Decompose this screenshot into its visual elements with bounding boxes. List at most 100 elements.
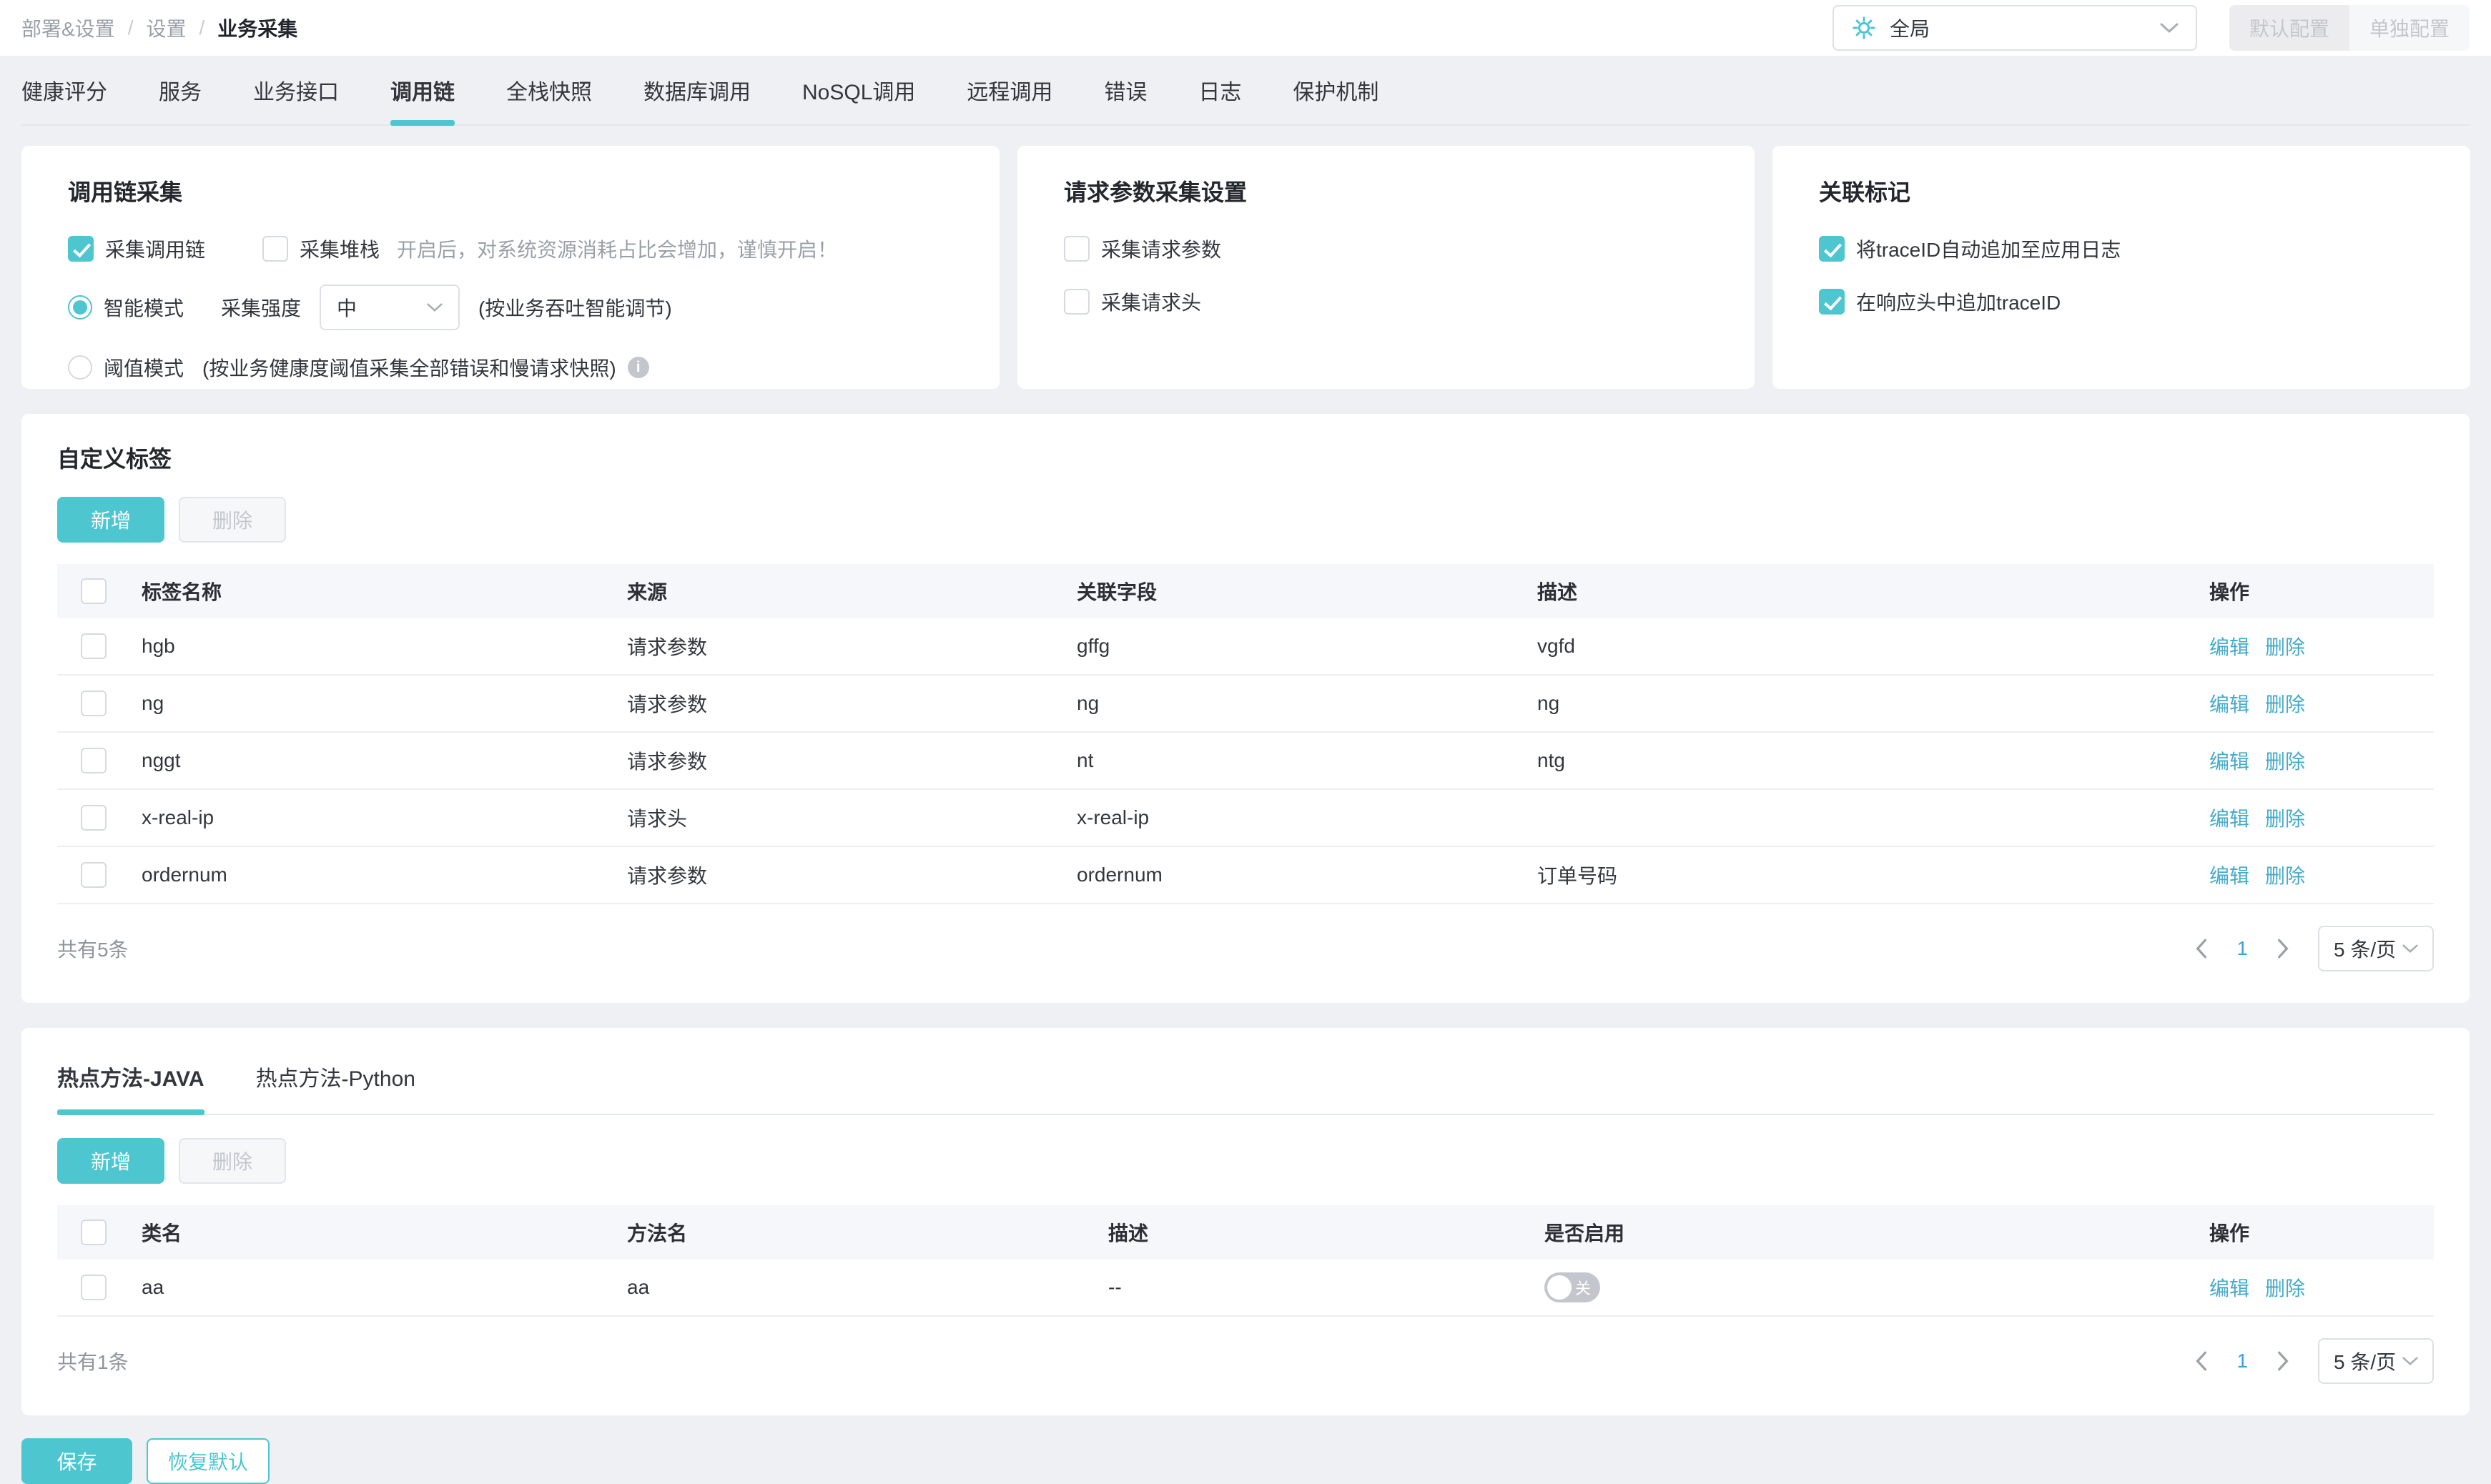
- hot-methods-table: 类名 方法名 描述 是否启用 操作 aa aa -- 关 编辑 删除: [57, 1205, 2434, 1317]
- main-tab[interactable]: 日志: [1198, 56, 1241, 124]
- collect-stack-checkbox[interactable]: [262, 236, 289, 262]
- cell-desc: --: [1108, 1276, 1122, 1298]
- prev-page-icon[interactable]: [2195, 939, 2208, 959]
- card-title: 调用链采集: [68, 179, 183, 205]
- main-tab[interactable]: 业务接口: [253, 56, 339, 124]
- tab-hot-methods-python[interactable]: 热点方法-Python: [256, 1055, 415, 1114]
- main-tab[interactable]: 数据库调用: [643, 56, 751, 124]
- prev-page-icon[interactable]: [2195, 1351, 2208, 1371]
- cell-class-name: aa: [142, 1276, 164, 1298]
- main-tab[interactable]: 错误: [1104, 56, 1147, 124]
- cell-desc: ng: [1537, 692, 1560, 714]
- append-header-checkbox[interactable]: [1819, 289, 1845, 315]
- page-size-select[interactable]: 5 条/页: [2318, 926, 2434, 971]
- toggle-state-label: 关: [1574, 1280, 1591, 1297]
- breadcrumb-item[interactable]: 部署&设置: [21, 14, 115, 42]
- collect-headers-label: 采集请求头: [1101, 292, 1202, 314]
- request-params-card: 请求参数采集设置 采集请求参数 采集请求头: [1017, 146, 1755, 389]
- main-tab[interactable]: 远程调用: [967, 56, 1052, 124]
- edit-link[interactable]: 编辑: [2209, 632, 2249, 661]
- append-log-checkbox[interactable]: [1819, 236, 1845, 262]
- toggle-knob: [1547, 1275, 1572, 1300]
- scope-select[interactable]: 全局: [1833, 5, 2197, 51]
- page-number[interactable]: 1: [2236, 1350, 2248, 1372]
- column-header: 标签名称: [142, 581, 222, 603]
- edit-link[interactable]: 编辑: [2209, 803, 2249, 832]
- remove-link[interactable]: 删除: [2265, 803, 2305, 832]
- table-row: hgb 请求参数 gffg vgfd 编辑 删除: [57, 618, 2434, 676]
- edit-link[interactable]: 编辑: [2209, 746, 2249, 775]
- pagination: 1 5 条/页: [2195, 1338, 2434, 1384]
- page-number[interactable]: 1: [2236, 937, 2248, 960]
- save-button[interactable]: 保存: [21, 1438, 132, 1484]
- main-tab[interactable]: 服务: [159, 56, 202, 124]
- threshold-mode-label: 阈值模式: [104, 357, 184, 380]
- breadcrumb: 部署&设置 / 设置 / 业务采集: [21, 14, 297, 42]
- collect-params-checkbox[interactable]: [1064, 236, 1090, 262]
- strength-select[interactable]: 中: [320, 285, 460, 330]
- collect-trace-checkbox[interactable]: [68, 236, 94, 262]
- main-tab[interactable]: 保护机制: [1293, 56, 1378, 124]
- row-checkbox[interactable]: [81, 748, 107, 773]
- remove-link[interactable]: 删除: [2265, 632, 2305, 661]
- main-tab[interactable]: 健康评分: [21, 56, 107, 124]
- column-header: 来源: [627, 581, 668, 603]
- row-checkbox[interactable]: [81, 1275, 107, 1300]
- custom-tags-table-body: hgb 请求参数 gffg vgfd 编辑 删除 ng 请求参数 ng ng 编…: [57, 618, 2434, 904]
- remove-link[interactable]: 删除: [2265, 746, 2305, 775]
- page-size-select[interactable]: 5 条/页: [2318, 1338, 2434, 1384]
- collect-trace-label: 采集调用链: [105, 239, 206, 261]
- collect-headers-checkbox[interactable]: [1064, 289, 1090, 315]
- page-size-value: 5 条/页: [2334, 939, 2397, 961]
- remove-link[interactable]: 删除: [2265, 689, 2305, 718]
- settings-cards-row: 调用链采集 采集调用链 采集堆栈 开启后，对系统资源消耗占比会增加，谨慎开启！ …: [21, 146, 2470, 389]
- next-page-icon[interactable]: [2277, 939, 2289, 959]
- cell-method-name: aa: [627, 1276, 650, 1298]
- select-all-checkbox[interactable]: [81, 1220, 107, 1245]
- select-all-checkbox[interactable]: [81, 578, 107, 604]
- cell-tag-name: nggt: [142, 749, 181, 771]
- next-page-icon[interactable]: [2277, 1351, 2289, 1371]
- tab-hot-methods-java[interactable]: 热点方法-JAVA: [57, 1055, 204, 1115]
- delete-method-button[interactable]: 删除: [179, 1138, 286, 1184]
- row-checkbox[interactable]: [81, 691, 107, 716]
- threshold-mode-radio[interactable]: [68, 355, 92, 380]
- append-header-label: 在响应头中追加traceID: [1856, 292, 2061, 314]
- row-checkbox[interactable]: [81, 805, 107, 831]
- row-checkbox[interactable]: [81, 633, 107, 659]
- threshold-mode-note: (按业务健康度阈值采集全部错误和慢请求快照): [202, 357, 616, 380]
- enable-toggle[interactable]: 关: [1544, 1272, 1600, 1302]
- cell-field: gffg: [1077, 635, 1110, 657]
- info-icon[interactable]: i: [627, 357, 649, 378]
- add-method-button[interactable]: 新增: [57, 1138, 164, 1184]
- reset-default-button[interactable]: 恢复默认: [147, 1438, 270, 1484]
- cell-field: x-real-ip: [1077, 806, 1150, 828]
- main-tab[interactable]: 调用链: [390, 56, 455, 126]
- chevron-down-icon: [2160, 22, 2179, 34]
- cell-source: 请求头: [627, 808, 688, 830]
- column-header: 操作: [2209, 1222, 2250, 1245]
- row-checkbox[interactable]: [81, 862, 107, 888]
- remove-link[interactable]: 删除: [2265, 1273, 2305, 1302]
- card-title: 请求参数采集设置: [1064, 179, 1248, 205]
- cell-source: 请求参数: [627, 865, 708, 887]
- default-config-button[interactable]: 默认配置: [2229, 5, 2349, 51]
- column-header: 是否启用: [1544, 1222, 1625, 1245]
- table-row: ordernum 请求参数 ordernum 订单号码 编辑 删除: [57, 847, 2434, 904]
- hot-methods-section: 热点方法-JAVA 热点方法-Python 新增 删除 类名 方法名 描述 是否…: [21, 1028, 2470, 1415]
- smart-mode-radio[interactable]: [68, 295, 92, 320]
- edit-link[interactable]: 编辑: [2209, 689, 2249, 718]
- breadcrumb-item[interactable]: 设置: [146, 14, 186, 42]
- table-header-row: 类名 方法名 描述 是否启用 操作: [57, 1205, 2434, 1260]
- remove-link[interactable]: 删除: [2265, 861, 2305, 889]
- main-tab[interactable]: NoSQL调用: [802, 56, 915, 124]
- edit-link[interactable]: 编辑: [2209, 1273, 2249, 1302]
- edit-link[interactable]: 编辑: [2209, 861, 2249, 889]
- separate-config-button[interactable]: 单独配置: [2349, 5, 2470, 51]
- main-tab[interactable]: 全栈快照: [506, 56, 592, 124]
- cell-desc: vgfd: [1537, 635, 1575, 657]
- add-tag-button[interactable]: 新增: [57, 497, 164, 543]
- delete-tag-button[interactable]: 删除: [179, 497, 286, 543]
- collect-stack-label: 采集堆栈: [300, 239, 380, 261]
- gear-icon: [1851, 15, 1877, 41]
